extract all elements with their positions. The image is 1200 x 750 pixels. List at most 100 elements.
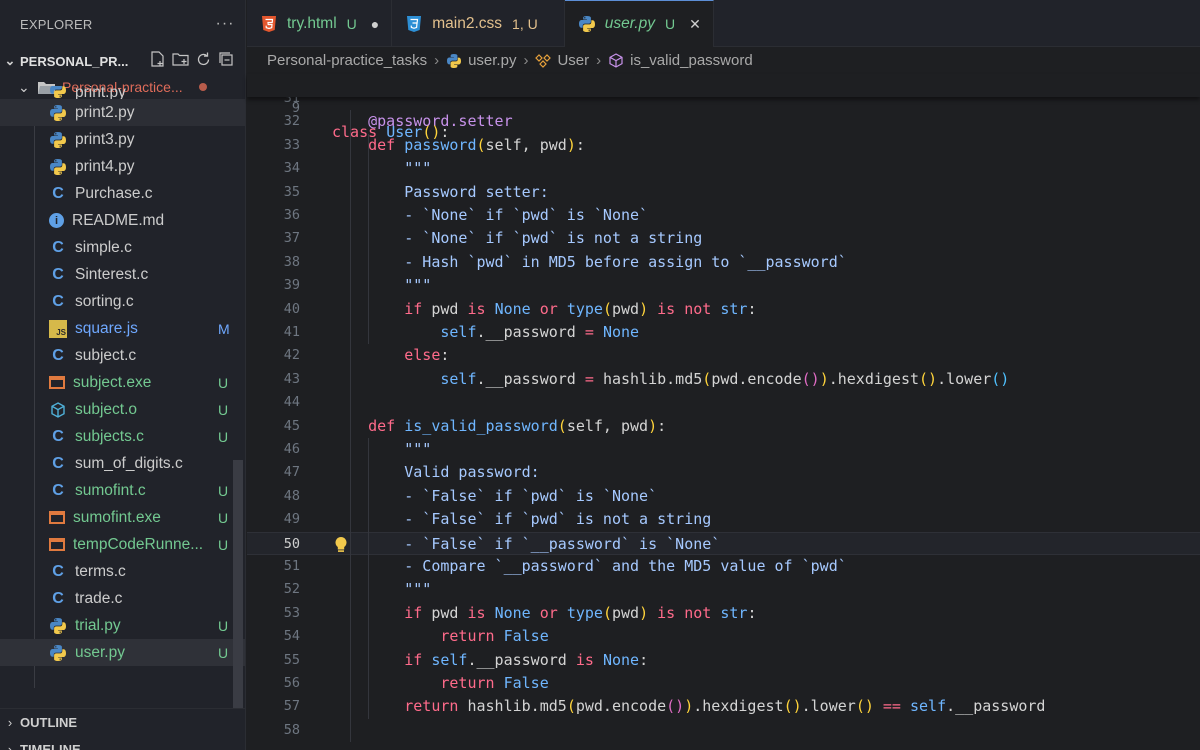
new-file-icon[interactable] xyxy=(149,50,166,72)
file-item[interactable]: Csum_of_digits.c xyxy=(0,450,245,477)
file-item[interactable]: tempCodeRunne... U xyxy=(0,531,245,558)
code-line[interactable]: 47 Valid password: xyxy=(247,461,1200,484)
file-name: terms.c xyxy=(75,562,126,580)
refresh-icon[interactable] xyxy=(195,51,212,72)
more-actions-icon[interactable]: ··· xyxy=(205,15,245,33)
code-line[interactable]: 55 if self.__password is None: xyxy=(247,649,1200,672)
code-line[interactable]: 52 """ xyxy=(247,578,1200,601)
code-token: else xyxy=(404,346,441,365)
code-line[interactable]: 43 self.__password = hashlib.md5(pwd.enc… xyxy=(247,368,1200,391)
breadcrumb-folder[interactable]: Personal-practice_tasks xyxy=(267,52,427,69)
code-text: - Hash `pwd` in MD5 before assign to `__… xyxy=(332,251,847,274)
file-item[interactable]: print4.py xyxy=(0,153,245,180)
file-item[interactable]: sumofint.exe U xyxy=(0,504,245,531)
code-text: class User(): xyxy=(332,121,449,144)
tab-try-html[interactable]: try.html U ● xyxy=(247,0,393,47)
code-text: - `False` if `pwd` is `None` xyxy=(332,485,657,508)
code-token: - `None` if `pwd` is not a string xyxy=(332,229,703,248)
unsaved-dot-icon[interactable]: ● xyxy=(371,16,379,32)
code-line[interactable]: 42 else: xyxy=(247,344,1200,367)
code-line[interactable]: 51 - Compare `__password` and the MD5 va… xyxy=(247,555,1200,578)
file-tree: print.py print2.py print3.py print4.py C Pur… xyxy=(0,86,245,666)
code-line[interactable]: 41 self.__password = None xyxy=(247,321,1200,344)
breadcrumb-class[interactable]: User xyxy=(557,52,589,69)
code-line[interactable]: 34 """ xyxy=(247,157,1200,180)
code-line[interactable]: 35 Password setter: xyxy=(247,181,1200,204)
timeline-section[interactable]: › TIMELINE xyxy=(0,736,245,750)
file-item[interactable]: subject.exe U xyxy=(0,369,245,396)
file-item[interactable]: Csorting.c xyxy=(0,288,245,315)
file-name: sorting.c xyxy=(75,292,134,310)
code-token: pwd xyxy=(431,603,468,622)
file-item[interactable]: C Purchase.c xyxy=(0,180,245,207)
file-item[interactable]: subject.o U xyxy=(0,396,245,423)
sidebar-scrollbar[interactable] xyxy=(233,460,243,708)
file-item[interactable]: print2.py xyxy=(0,99,245,126)
file-item[interactable]: Cterms.c xyxy=(0,558,245,585)
file-item[interactable]: Csimple.c xyxy=(0,234,245,261)
line-number: 51 xyxy=(283,558,300,574)
code-token: - `False` if `pwd` is not a string xyxy=(332,510,712,529)
chevron-down-icon[interactable]: ⌄ xyxy=(0,53,20,69)
code-line[interactable]: 44 xyxy=(247,391,1200,414)
chevron-right-icon[interactable]: › xyxy=(0,715,20,730)
code-editor[interactable]: 9 class User(): 31 32 @password.setter 33 … xyxy=(247,74,1200,750)
code-token: pwd xyxy=(611,603,640,622)
breadcrumb-file[interactable]: user.py xyxy=(468,52,516,69)
code-token: is xyxy=(467,603,495,622)
file-item[interactable]: Csubject.c xyxy=(0,342,245,369)
code-line[interactable]: 40 if pwd is None or type(pwd) is not st… xyxy=(247,298,1200,321)
code-token: pwd.encode xyxy=(575,697,667,716)
code-token: self, pwd xyxy=(566,416,649,435)
chevron-right-icon: › xyxy=(434,52,440,69)
file-item[interactable]: trial.py U xyxy=(0,612,245,639)
file-item[interactable]: Ctrade.c xyxy=(0,585,245,612)
line-number: 35 xyxy=(283,183,300,200)
code-line[interactable]: 39 """ xyxy=(247,274,1200,297)
file-item[interactable]: C Sinterest.c xyxy=(0,261,245,288)
file-name: square.js xyxy=(75,319,138,337)
collapse-all-icon[interactable] xyxy=(218,51,235,72)
code-line[interactable]: 53 if pwd is None or type(pwd) is not st… xyxy=(247,602,1200,625)
code-line[interactable]: 54 return False xyxy=(247,625,1200,648)
code-token: ( xyxy=(557,416,567,435)
project-root[interactable]: ⌄ PERSONAL_PR... xyxy=(0,48,245,74)
file-item[interactable]: i README.md xyxy=(0,207,245,234)
code-line[interactable]: 45 def is_valid_password(self, pwd): xyxy=(247,415,1200,438)
breadcrumb-method[interactable]: is_valid_password xyxy=(630,52,753,69)
sticky-scroll-line[interactable]: 9 class User(): xyxy=(247,74,1200,141)
code-token: is xyxy=(467,299,495,318)
code-line[interactable]: 50 - `False` if `__password` is `None` xyxy=(247,531,1200,555)
code-line[interactable]: 57 return hashlib.md5(pwd.encode()).hexd… xyxy=(247,695,1200,718)
code-line[interactable]: 58 xyxy=(247,719,1200,742)
code-token: def xyxy=(368,416,405,435)
code-line[interactable]: 48 - `False` if `pwd` is `None` xyxy=(247,485,1200,508)
file-item[interactable]: user.py U xyxy=(0,639,245,666)
file-item[interactable]: JS square.js M xyxy=(0,315,245,342)
file-item[interactable]: Csumofint.c U xyxy=(0,477,245,504)
file-item-partial[interactable]: print.py xyxy=(0,86,245,99)
indent-guide xyxy=(368,438,369,719)
explorer-title: EXPLORER xyxy=(20,16,93,32)
c-file-icon: C xyxy=(52,427,64,445)
chevron-right-icon[interactable]: › xyxy=(0,742,20,750)
file-name: trial.py xyxy=(75,616,121,634)
outline-section[interactable]: › OUTLINE xyxy=(0,709,245,736)
outline-title: OUTLINE xyxy=(20,715,78,730)
file-item[interactable]: Csubjects.c U xyxy=(0,423,245,450)
close-icon[interactable]: ✕ xyxy=(689,16,701,33)
code-line[interactable]: 36 - `None` if `pwd` is `None` xyxy=(247,204,1200,227)
new-folder-icon[interactable] xyxy=(172,51,189,72)
code-line[interactable]: 49 - `False` if `pwd` is not a string xyxy=(247,508,1200,531)
tab-main2-css[interactable]: main2.css 1, U xyxy=(392,0,565,47)
tab-user-py[interactable]: user.py U ✕ xyxy=(564,0,714,47)
code-line[interactable]: 37 - `None` if `pwd` is not a string xyxy=(247,227,1200,250)
file-item[interactable]: print3.py xyxy=(0,126,245,153)
code-token: type xyxy=(566,299,603,318)
line-number: 58 xyxy=(283,721,300,738)
code-line[interactable]: 56 return False xyxy=(247,672,1200,695)
code-line[interactable]: 46 """ xyxy=(247,438,1200,461)
code-line[interactable]: 38 - Hash `pwd` in MD5 before assign to … xyxy=(247,251,1200,274)
code-token: () xyxy=(919,369,938,388)
timeline-title: TIMELINE xyxy=(20,742,81,750)
